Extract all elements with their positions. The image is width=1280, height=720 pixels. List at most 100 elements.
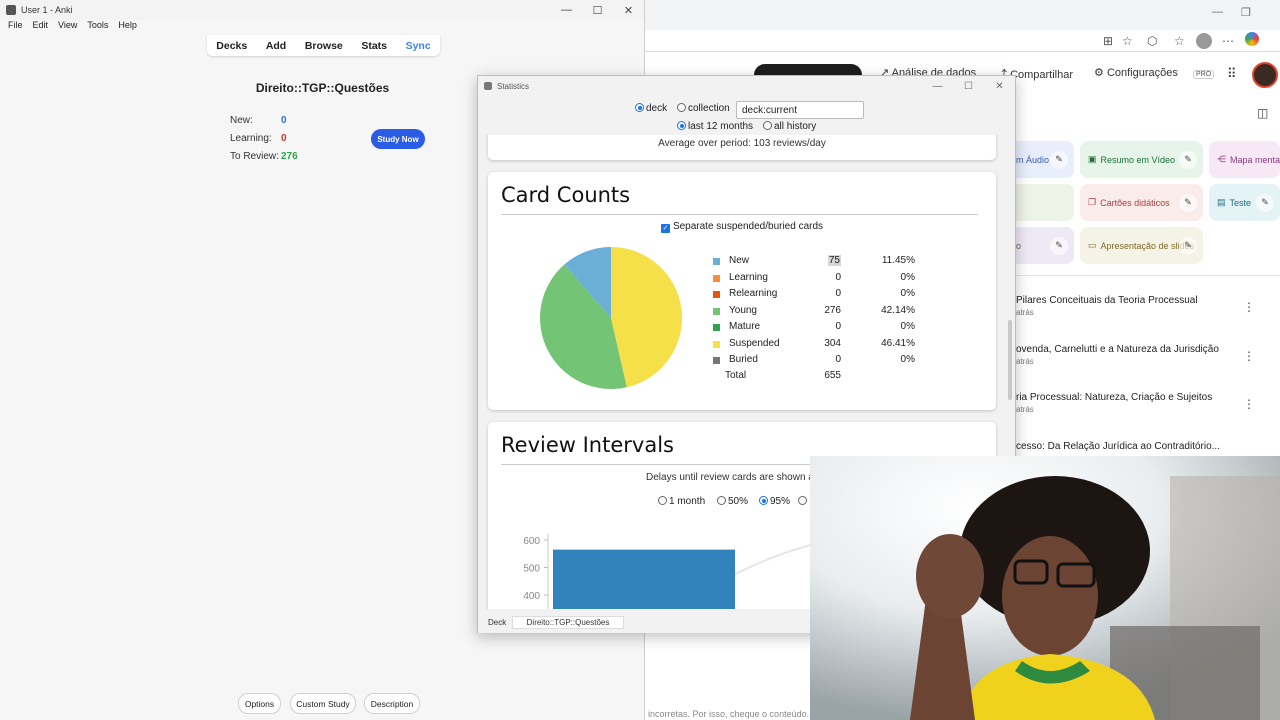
- legend-row-learning[interactable]: Learning 0 0%: [713, 272, 923, 286]
- more-vert-icon[interactable]: ⋮: [1243, 300, 1255, 314]
- minimize-icon[interactable]: —: [1212, 6, 1223, 18]
- legend-percent: 46.41%: [881, 337, 915, 349]
- card-counts-section: Card Counts ✓ Separate suspended/buried c…: [488, 172, 996, 410]
- tile-quiz[interactable]: ▤ Teste ✎: [1209, 184, 1280, 221]
- source-item[interactable]: Pilares Conceituais da Teoria Processual…: [1016, 295, 1266, 323]
- y-tick-label: 400: [523, 591, 540, 602]
- favorites-icon[interactable]: ☆: [1174, 34, 1185, 48]
- more-vert-icon[interactable]: ⋮: [1243, 397, 1255, 411]
- minimize-icon[interactable]: —: [922, 81, 953, 92]
- pencil-icon[interactable]: ✎: [1179, 236, 1197, 255]
- deck-label: Deck: [488, 618, 507, 627]
- add-link[interactable]: Add: [266, 40, 286, 52]
- settings-button[interactable]: ⚙ Configurações: [1094, 66, 1178, 84]
- legend-row-suspended[interactable]: Suspended 304 46.41%: [713, 338, 923, 352]
- browse-link[interactable]: Browse: [305, 40, 343, 52]
- range-50-radio[interactable]: 50%: [717, 496, 748, 507]
- learning-count-value: 0: [281, 133, 287, 144]
- options-button[interactable]: Options: [238, 693, 281, 714]
- custom-study-button[interactable]: Custom Study: [290, 693, 356, 714]
- review-count-label: To Review:: [230, 151, 279, 162]
- sync-link[interactable]: Sync: [406, 40, 431, 52]
- legend-percent: 0%: [900, 271, 915, 283]
- period-all-history-radio[interactable]: all history: [763, 121, 816, 132]
- description-button[interactable]: Description: [364, 693, 420, 714]
- range-95-radio[interactable]: 95%: [759, 496, 790, 507]
- pencil-icon[interactable]: ✎: [1179, 193, 1197, 212]
- extension-icon[interactable]: ⬡: [1147, 34, 1157, 48]
- legend-label: Buried: [729, 354, 758, 365]
- tile-flashcards[interactable]: ❐ Cartões didáticos ✎: [1080, 184, 1203, 221]
- source-item[interactable]: ovenda, Carnelutti e a Natureza da Juris…: [1016, 344, 1266, 372]
- source-item[interactable]: ria Processual: Natureza, Criação e Suje…: [1016, 392, 1266, 420]
- period-12-months-radio[interactable]: last 12 months: [677, 121, 753, 132]
- tile-audio-overview[interactable]: m Áudio ✎: [1008, 141, 1074, 178]
- scrollbar-thumb[interactable]: [1008, 320, 1012, 400]
- webcam-face: [1002, 536, 1098, 656]
- restore-icon[interactable]: ❐: [1241, 6, 1251, 19]
- menu-tools[interactable]: Tools: [87, 20, 108, 34]
- decks-link[interactable]: Decks: [216, 40, 247, 52]
- card-counts-pie-chart: [540, 247, 683, 389]
- legend-row-buried[interactable]: Buried 0 0%: [713, 354, 923, 368]
- legend-label: Mature: [729, 321, 761, 332]
- panel-toggle-icon[interactable]: ◫: [1257, 106, 1268, 120]
- legend-row-mature[interactable]: Mature 0 0%: [713, 321, 923, 335]
- legend-swatch: [713, 307, 720, 315]
- avatar[interactable]: [1252, 62, 1278, 88]
- range-all-radio[interactable]: [798, 496, 809, 507]
- browser-tab-strip: [645, 0, 1280, 30]
- maximize-icon[interactable]: ☐: [582, 4, 613, 17]
- study-now-button[interactable]: Study Now: [371, 129, 425, 149]
- more-vert-icon[interactable]: ⋮: [1243, 349, 1255, 363]
- legend-row-relearning[interactable]: Relearning 0 0%: [713, 288, 923, 302]
- radio-icon: [717, 496, 726, 505]
- menu-help[interactable]: Help: [118, 20, 137, 34]
- tile-report[interactable]: [1008, 184, 1074, 221]
- stats-link[interactable]: Stats: [361, 40, 387, 52]
- maximize-icon[interactable]: ☐: [953, 81, 984, 92]
- separate-suspended-checkbox[interactable]: ✓ Separate suspended/buried cards: [488, 221, 996, 233]
- stats-app-icon: [484, 82, 492, 90]
- close-icon[interactable]: ✕: [613, 4, 644, 17]
- legend-row-new[interactable]: New 75 11.45%: [713, 255, 923, 269]
- menu-edit[interactable]: Edit: [33, 20, 49, 34]
- tile-infographic[interactable]: o ✎: [1008, 227, 1074, 264]
- legend-count: 0: [835, 354, 841, 365]
- bookmark-star-icon[interactable]: ☆: [1122, 34, 1133, 48]
- pencil-icon[interactable]: ✎: [1256, 193, 1274, 212]
- close-icon[interactable]: ✕: [984, 81, 1015, 92]
- tile-video-overview[interactable]: ▣ Resumo em Vídeo ✎: [1080, 141, 1203, 178]
- menu-file[interactable]: File: [8, 20, 23, 34]
- copilot-button[interactable]: [1245, 32, 1280, 50]
- more-menu-icon[interactable]: ⋯: [1222, 34, 1234, 48]
- legend-row-young[interactable]: Young 276 42.14%: [713, 305, 923, 319]
- legend-percent: 42.14%: [881, 304, 915, 316]
- pencil-icon[interactable]: ✎: [1179, 150, 1197, 169]
- radio-icon: [763, 121, 772, 130]
- profile-icon[interactable]: [1196, 33, 1212, 49]
- learning-count-label: Learning:: [230, 133, 272, 144]
- tab-search-icon[interactable]: ⊞: [1103, 34, 1113, 48]
- scope-deck-radio[interactable]: deck: [635, 103, 667, 114]
- deck-tab[interactable]: Direito::TGP::Questões: [512, 616, 624, 629]
- legend-label: Young: [729, 304, 757, 316]
- tile-slides[interactable]: ▭ Apresentação de slides ✎: [1080, 227, 1203, 264]
- legend-swatch: [713, 291, 720, 298]
- checkbox-checked-icon: ✓: [660, 224, 670, 233]
- legend-count: 0: [835, 288, 841, 299]
- menu-view[interactable]: View: [58, 20, 77, 34]
- tile-mind-map[interactable]: ⋲ Mapa mental: [1209, 141, 1280, 178]
- search-input[interactable]: [736, 101, 864, 119]
- card-counts-legend: New 75 11.45% Learning 0 0% Relearning 0 0% Young…: [713, 255, 933, 395]
- minimize-icon[interactable]: —: [551, 4, 582, 17]
- legend-count: 276: [824, 304, 841, 316]
- scope-collection-radio[interactable]: collection: [677, 103, 730, 114]
- pencil-icon[interactable]: ✎: [1050, 236, 1068, 255]
- radio-icon: [677, 103, 686, 112]
- apps-grid-icon[interactable]: ⠿: [1227, 66, 1237, 82]
- pencil-icon[interactable]: ✎: [1050, 150, 1068, 169]
- interval-bar[interactable]: [553, 549, 735, 609]
- legend-swatch: [713, 340, 720, 348]
- range-1-month-radio[interactable]: 1 month: [658, 496, 705, 507]
